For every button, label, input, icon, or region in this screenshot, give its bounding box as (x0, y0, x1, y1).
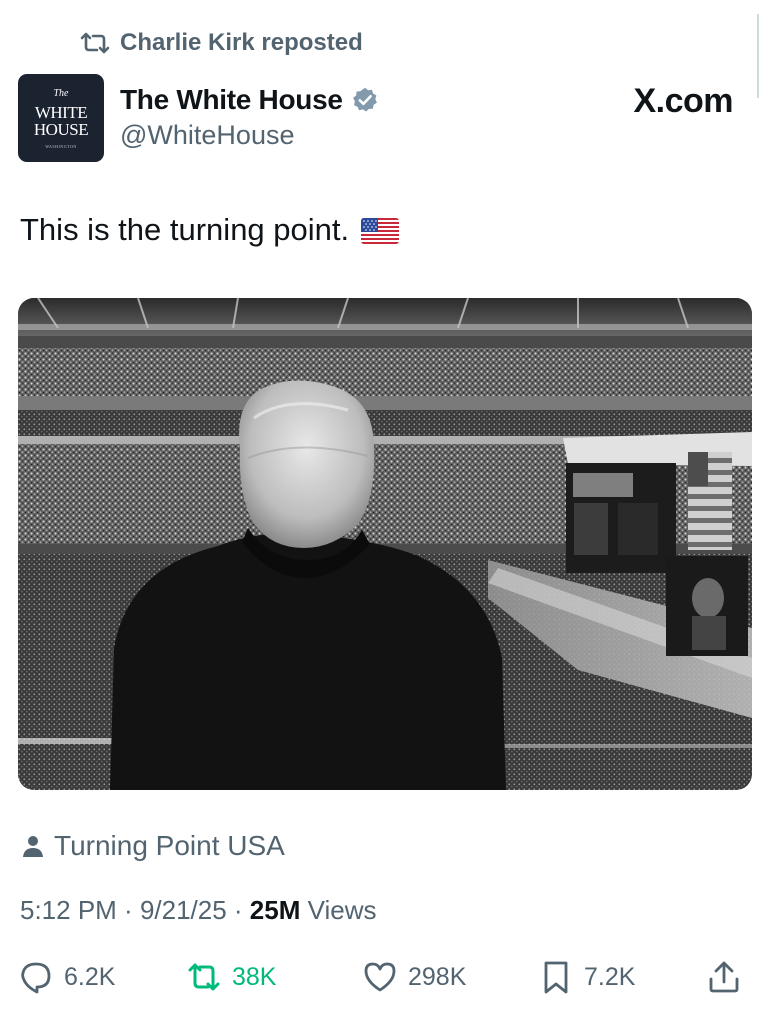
verified-badge-icon (352, 87, 377, 112)
repost-count: 38K (232, 962, 277, 991)
tweet-time[interactable]: 5:12 PM (20, 895, 117, 926)
meta-separator: · (116, 895, 140, 925)
location-tag[interactable]: Turning Point USA (22, 830, 285, 862)
person-icon (23, 836, 43, 857)
repost-icon (80, 32, 110, 54)
bookmark-button[interactable]: 7.2K (538, 955, 635, 999)
bookmark-count: 7.2K (584, 962, 636, 991)
avatar-line-sub: WASHINGTON (45, 144, 77, 149)
avatar[interactable]: The WHITE HOUSE WASHINGTON (18, 74, 104, 162)
like-count: 298K (408, 962, 467, 991)
repost-icon (188, 963, 220, 991)
avatar-line-white: WHITE (34, 103, 88, 122)
social-context[interactable]: Charlie Kirk reposted (80, 28, 363, 58)
like-button[interactable]: 298K (362, 955, 466, 999)
tweet-photo[interactable] (18, 298, 752, 790)
reply-icon (21, 962, 51, 994)
views-count: 25M (249, 895, 301, 925)
tweet-date[interactable]: 9/21/25 (140, 895, 227, 926)
author-name-row[interactable]: The White House (120, 84, 379, 116)
share-icon (709, 961, 739, 993)
reply-button[interactable]: 6.2K (18, 955, 115, 999)
avatar-line-house: HOUSE (33, 120, 89, 139)
views-label: Views (300, 895, 377, 925)
meta-separator: · (226, 895, 250, 925)
share-button[interactable] (706, 955, 742, 999)
tweet-text-body: This is the turning point. (20, 212, 350, 247)
reply-count: 6.2K (64, 962, 116, 991)
repost-button[interactable]: 38K (186, 955, 276, 999)
us-flag-emoji (361, 218, 400, 244)
author-display-name[interactable]: The White House (120, 84, 343, 116)
site-watermark: X.com (633, 82, 733, 120)
scroll-indicator (757, 14, 759, 98)
author-handle[interactable]: @WhiteHouse (120, 120, 294, 151)
stadium-photo-illustration (18, 298, 752, 790)
heart-icon (364, 962, 396, 992)
location-text: Turning Point USA (54, 830, 285, 861)
avatar-line-the: The (53, 88, 69, 99)
bookmark-icon (544, 961, 568, 994)
tweet-actions: 6.2K 38K 298K 7.2K (18, 955, 748, 999)
social-context-text: Charlie Kirk reposted (120, 29, 363, 56)
tweet-meta: 5:12 PM · 9/21/25 · 25M Views (20, 895, 376, 926)
tweet-text: This is the turning point. (20, 212, 400, 248)
